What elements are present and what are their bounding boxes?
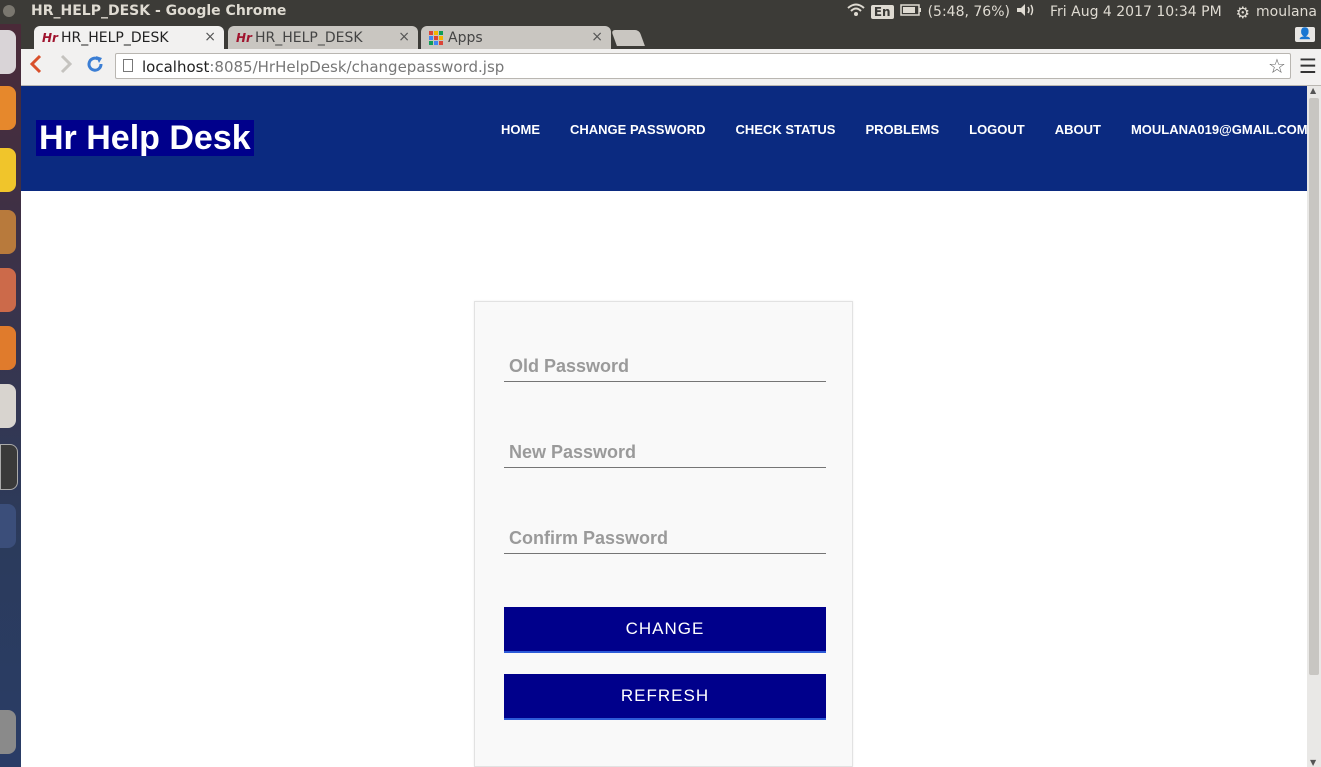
nav-change-password-link[interactable]: CHANGE PASSWORD [570,122,706,137]
browser-toolbar: localhost:8085/HrHelpDesk/changepassword… [21,49,1321,86]
scroll-up-arrow-icon[interactable]: ▲ [1310,86,1316,95]
nav-user-email-link[interactable]: MOULANA019@GMAIL.COM [1131,122,1307,137]
site-nav: HOME CHANGE PASSWORD CHECK STATUS PROBLE… [501,122,1307,137]
change-password-card: CHANGE REFRESH [474,301,853,767]
tab-hr-help-desk[interactable]: Hr HR_HELP_DESK × [228,26,418,49]
site-header: Hr Help Desk HOME CHANGE PASSWORD CHECK … [21,86,1307,191]
bookmark-star-icon[interactable]: ☆ [1268,54,1286,78]
hr-favicon-icon: Hr [42,30,58,45]
window-title: HR_HELP_DESK - Google Chrome [31,3,287,19]
nav-logout-link[interactable]: LOGOUT [969,122,1025,137]
change-button[interactable]: CHANGE [504,607,826,653]
battery-icon[interactable] [899,4,922,20]
os-indicators: En (5:48, 76%) Fri Aug 4 2017 10:34 PM ⚙… [847,0,1321,24]
launcher-app-icon[interactable] [0,326,16,370]
battery-status: (5:48, 76%) [927,4,1010,20]
scroll-down-arrow-icon[interactable]: ▼ [1310,758,1316,767]
gear-icon[interactable]: ⚙ [1236,3,1250,22]
profile-icon[interactable]: 👤 [1295,27,1315,42]
launcher-app-icon[interactable] [0,210,16,254]
nav-problems-link[interactable]: PROBLEMS [865,122,939,137]
site-brand[interactable]: Hr Help Desk [36,120,254,156]
launcher-app-icon[interactable] [0,384,16,428]
os-top-bar: HR_HELP_DESK - Google Chrome En (5:48, 7… [0,0,1321,24]
web-page: Hr Help Desk HOME CHANGE PASSWORD CHECK … [21,86,1307,767]
launcher-workspace-icon[interactable] [0,504,16,548]
url-path: :8085/HrHelpDesk/changepassword.jsp [209,58,505,76]
tab-close-icon[interactable]: × [398,29,410,45]
wifi-icon[interactable] [847,3,865,21]
launcher-firefox-icon[interactable] [0,86,16,130]
menu-icon[interactable]: ☰ [1299,54,1317,78]
scrollbar-thumb[interactable] [1309,98,1319,675]
keyboard-layout-indicator[interactable]: En [870,5,894,19]
new-password-field[interactable] [504,438,826,468]
tab-label: Apps [448,29,483,46]
clock[interactable]: Fri Aug 4 2017 10:34 PM [1050,4,1222,20]
back-button[interactable] [29,54,43,80]
nav-about-link[interactable]: ABOUT [1055,122,1101,137]
launcher-app-icon[interactable] [0,268,16,312]
tab-hr-help-desk-active[interactable]: Hr HR_HELP_DESK × [34,26,224,49]
url-host: localhost [142,58,210,76]
address-bar[interactable]: localhost:8085/HrHelpDesk/changepassword… [115,53,1291,79]
refresh-button[interactable]: REFRESH [504,674,826,720]
user-name[interactable]: moulana [1256,4,1317,20]
tab-close-icon[interactable]: × [204,29,216,45]
hr-favicon-icon: Hr [236,30,252,45]
tab-close-icon[interactable]: × [591,29,603,45]
old-password-field[interactable] [504,352,826,382]
tab-label: HR_HELP_DESK [255,29,363,46]
launcher-terminal-icon[interactable] [0,444,18,490]
nav-check-status-link[interactable]: CHECK STATUS [736,122,836,137]
volume-icon[interactable] [1016,3,1036,21]
launcher-trash-icon[interactable] [0,710,16,754]
launcher-chrome-icon[interactable] [0,148,16,192]
launcher-sidebar [0,24,21,767]
reload-button[interactable] [85,54,105,80]
page-icon [123,59,133,72]
confirm-password-field[interactable] [504,524,826,554]
tab-apps[interactable]: Apps × [421,26,611,49]
nav-home-link[interactable]: HOME [501,122,540,137]
tab-label: HR_HELP_DESK [61,29,169,46]
new-tab-button[interactable] [611,30,645,46]
launcher-dash-icon[interactable] [0,30,16,74]
page-scrollbar[interactable]: ▲ ▼ [1307,86,1321,767]
forward-button[interactable] [59,54,73,80]
browser-tab-strip: Hr HR_HELP_DESK × Hr HR_HELP_DESK × Apps… [21,24,1321,49]
apps-grid-icon [429,30,443,45]
window-close-icon[interactable] [3,5,15,17]
